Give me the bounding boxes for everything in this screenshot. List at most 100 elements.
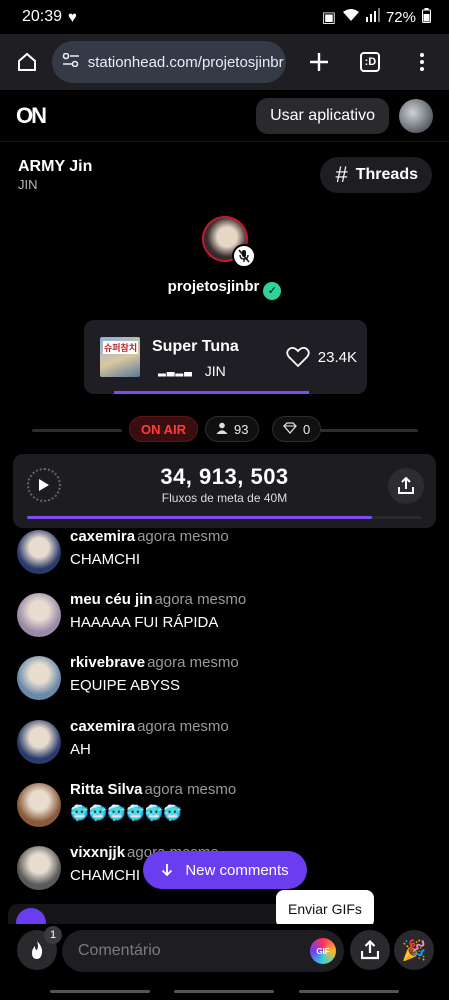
song-artist: JIN <box>204 363 226 379</box>
goal-progress-track <box>27 516 422 519</box>
comment-username[interactable]: caxemira <box>70 528 135 545</box>
comment-time: agora mesmo <box>144 781 237 798</box>
heart-icon: ♥ <box>68 8 77 26</box>
fire-count-badge: 1 <box>44 926 62 944</box>
comment-username[interactable]: meu céu jin <box>70 591 153 608</box>
comment-meta: caxemira agora mesmo <box>70 718 229 735</box>
likes[interactable]: 23.4K <box>286 346 357 368</box>
comment-username[interactable]: vixxnjjk <box>70 844 125 861</box>
tab-count: :D <box>360 52 381 72</box>
open-app-button[interactable]: Usar aplicativo <box>256 97 389 134</box>
station-info: ARMY Jin JIN <box>18 158 92 192</box>
stream-goal-caption: Fluxos de meta de 40M <box>161 491 288 505</box>
divider <box>32 429 122 432</box>
song-title: Super Tuna <box>152 338 239 355</box>
comment-username[interactable]: caxemira <box>70 718 135 735</box>
app-header: ON Usar aplicativo <box>0 90 449 142</box>
new-comments-label: New comments <box>185 861 289 879</box>
battery-saver-icon: ▣ <box>321 9 336 26</box>
status-time: 20:39 <box>22 8 63 25</box>
diamond-count[interactable]: 0 <box>272 416 322 442</box>
station-title: ARMY Jin <box>18 158 93 175</box>
comment-text: CHAMCHI <box>70 867 140 884</box>
nav-back[interactable] <box>299 990 399 993</box>
comment-time: agora mesmo <box>137 718 229 735</box>
commenter-avatar[interactable] <box>17 530 61 574</box>
stream-count: 34, 913, 503 <box>160 464 289 489</box>
home-icon[interactable] <box>10 45 44 79</box>
comment-item[interactable]: meu céu jin agora mesmo HAAAAA FUI RÁPIDA <box>17 591 437 647</box>
status-indicators: ▣ 72% <box>321 7 431 27</box>
heart-outline-icon[interactable] <box>286 346 310 368</box>
host-avatar[interactable] <box>202 216 256 268</box>
commenter-avatar[interactable] <box>17 846 61 890</box>
system-nav-bar <box>0 984 449 1000</box>
equalizer-icon: ▂▃▂▃ <box>158 365 193 377</box>
upload-icon <box>361 940 379 960</box>
hashtag-icon: # <box>335 162 348 187</box>
diamond-count-value: 0 <box>303 421 311 437</box>
upload-button[interactable] <box>350 930 390 970</box>
comment-item[interactable]: Ritta Silva agora mesmo 🥶🥶🥶🥶🥶🥶 <box>17 781 437 837</box>
comment-item[interactable]: caxemira agora mesmo AH <box>17 718 437 774</box>
song-artist-row: ▂▃▂▃ JIN <box>158 363 226 379</box>
verified-icon: ✓ <box>263 282 282 300</box>
address-bar[interactable]: stationhead.com/projetosjinbr <box>51 41 286 83</box>
signal-icon <box>365 8 380 26</box>
party-popper-icon[interactable]: 🎉 <box>394 930 434 970</box>
nav-home[interactable] <box>174 990 274 993</box>
song-progress-bar <box>114 391 310 394</box>
browser-toolbar: stationhead.com/projetosjinbr :D <box>0 34 449 90</box>
nav-recents[interactable] <box>50 990 150 993</box>
url-text: stationhead.com/projetosjinbr <box>87 53 284 71</box>
comment-time: agora mesmo <box>154 591 247 608</box>
threads-label: Threads <box>355 166 418 183</box>
album-art-text: 슈퍼참치 <box>103 341 139 354</box>
share-icon <box>398 477 414 494</box>
person-icon <box>216 422 228 437</box>
stationhead-logo[interactable]: ON <box>16 103 47 129</box>
comment-text: EQUIPE ABYSS <box>70 677 181 694</box>
host-username-row: projetosjinbr ✓ <box>0 278 449 300</box>
like-count: 23.4K <box>317 348 357 366</box>
comment-username[interactable]: Ritta Silva <box>70 781 143 798</box>
stream-goal-card: 34, 913, 503 Fluxos de meta de 40M <box>13 454 436 528</box>
mic-off-icon <box>232 244 256 268</box>
site-settings-icon[interactable] <box>62 52 80 71</box>
wifi-icon <box>342 8 360 26</box>
more-menu-icon[interactable] <box>405 45 439 79</box>
host-username[interactable]: projetosjinbr <box>168 278 260 295</box>
commenter-avatar[interactable] <box>17 783 61 827</box>
new-tab-icon[interactable] <box>302 45 336 79</box>
commenter-avatar[interactable] <box>17 593 61 637</box>
share-button[interactable] <box>388 468 424 504</box>
comment-item[interactable]: caxemira agora mesmo CHAMCHI <box>17 528 437 584</box>
comment-meta: rkivebrave agora mesmo <box>70 654 239 671</box>
listener-count[interactable]: 93 <box>205 416 260 442</box>
threads-button[interactable]: # Threads <box>319 157 432 193</box>
user-avatar[interactable] <box>399 98 433 133</box>
gif-button[interactable]: GIF <box>310 938 336 964</box>
tab-switcher-button[interactable]: :D <box>354 45 388 79</box>
fire-icon <box>32 941 43 959</box>
now-playing-card[interactable]: 슈퍼참치 Super Tuna ▂▃▂▃ JIN 23.4K <box>84 320 367 394</box>
comment-text: 🥶🥶🥶🥶🥶🥶 <box>70 805 183 822</box>
comment-item[interactable]: rkivebrave agora mesmo EQUIPE ABYSS <box>17 654 437 710</box>
comment-input[interactable] <box>62 930 344 972</box>
divider <box>318 429 418 432</box>
composer-bar: 1 GIF 🎉 <box>0 924 449 984</box>
new-comments-button[interactable]: New comments <box>143 851 307 889</box>
on-air-badge: ON AIR <box>129 416 199 442</box>
album-art: 슈퍼참치 <box>100 337 140 377</box>
listener-count-value: 93 <box>234 421 249 437</box>
comment-time: agora mesmo <box>137 528 229 545</box>
comment-meta: meu céu jin agora mesmo <box>70 591 246 608</box>
comment-text: AH <box>70 741 91 758</box>
goal-progress-fill <box>27 516 372 519</box>
commenter-avatar[interactable] <box>17 656 61 700</box>
diamond-icon <box>283 421 297 437</box>
commenter-avatar[interactable] <box>17 720 61 764</box>
comment-username[interactable]: rkivebrave <box>70 654 145 671</box>
comment-meta: Ritta Silva agora mesmo <box>70 781 236 798</box>
comment-peek <box>8 904 308 938</box>
